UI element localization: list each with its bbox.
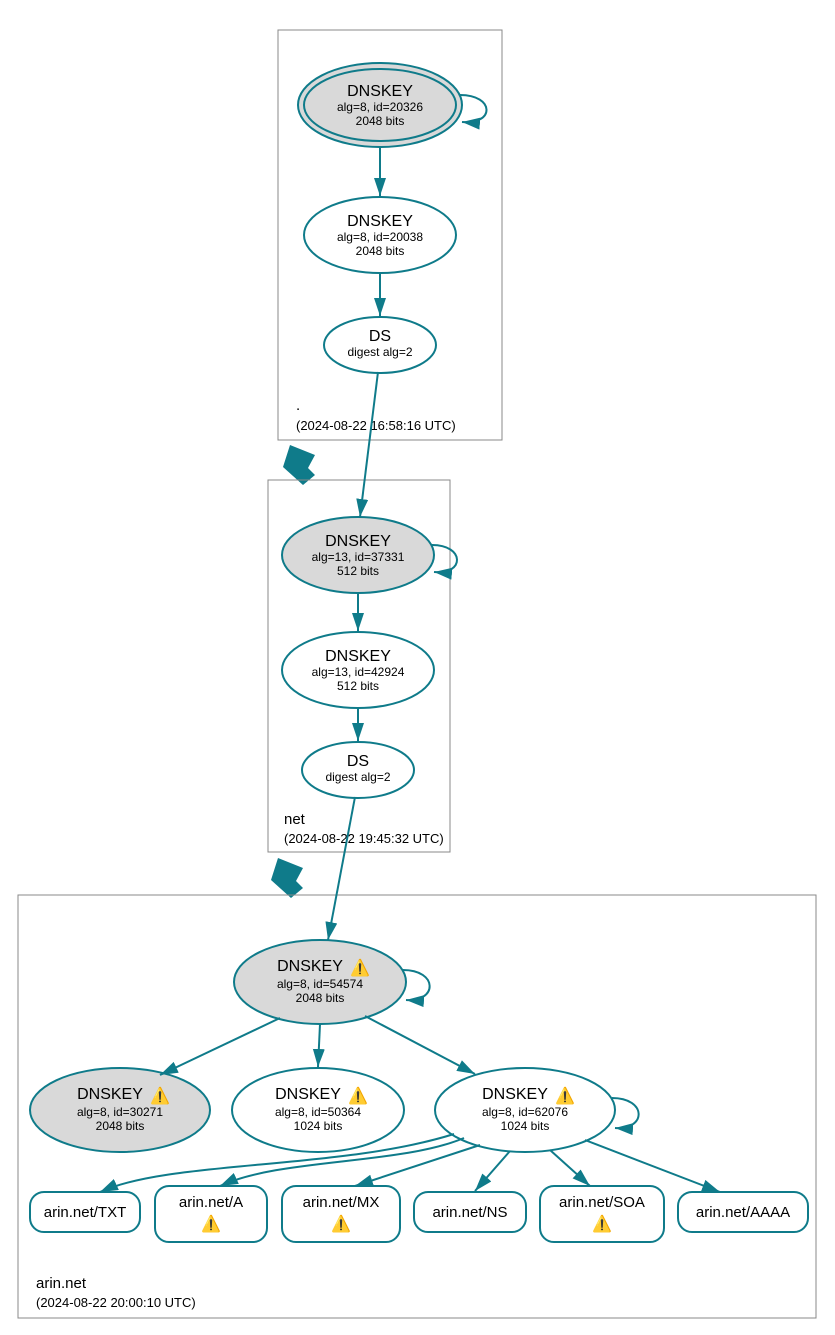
edge-arin-ksk-k4 — [365, 1016, 475, 1074]
svg-text:DNSKEY: DNSKEY — [325, 648, 391, 665]
zone-ts-net: (2024-08-22 19:45:32 UTC) — [284, 831, 444, 846]
warn-icon: ⚠️ — [555, 1086, 575, 1105]
svg-text:alg=8, id=30271: alg=8, id=30271 — [77, 1105, 163, 1119]
rrset-mx: arin.net/MX ⚠️ — [282, 1186, 400, 1242]
svg-text:DNSKEY: DNSKEY — [347, 213, 413, 230]
node-arin-k3: DNSKEY ⚠️ alg=8, id=50364 1024 bits — [232, 1068, 404, 1152]
svg-text:digest alg=2: digest alg=2 — [325, 770, 390, 784]
edge-root-ds-net-ksk — [360, 372, 378, 517]
svg-text:alg=8, id=20326: alg=8, id=20326 — [337, 100, 423, 114]
node-net-ksk: DNSKEY alg=13, id=37331 512 bits — [282, 517, 434, 593]
svg-text:alg=13, id=42924: alg=13, id=42924 — [312, 665, 405, 679]
zone-label-net: net — [284, 811, 306, 828]
svg-text:2048 bits: 2048 bits — [356, 114, 405, 128]
node-arin-ksk: DNSKEY ⚠️ alg=8, id=54574 2048 bits — [234, 940, 406, 1024]
svg-text:DNSKEY: DNSKEY — [275, 1086, 341, 1103]
svg-text:digest alg=2: digest alg=2 — [347, 345, 412, 359]
dnssec-graph: . (2024-08-22 16:58:16 UTC) DNSKEY alg=8… — [10, 10, 825, 1325]
edge-k4-ns — [475, 1151, 510, 1191]
svg-text:DS: DS — [347, 753, 369, 770]
rrset-soa: arin.net/SOA ⚠️ — [540, 1186, 664, 1242]
node-net-ds: DS digest alg=2 — [302, 742, 414, 798]
edge-k4-aaaa — [585, 1140, 720, 1192]
svg-text:arin.net/MX: arin.net/MX — [303, 1194, 380, 1211]
rrset-ns: arin.net/NS — [414, 1192, 526, 1232]
svg-text:arin.net/AAAA: arin.net/AAAA — [696, 1204, 790, 1221]
self-loop-net-ksk — [432, 545, 457, 572]
node-root-ds: DS digest alg=2 — [324, 317, 436, 373]
svg-text:DNSKEY: DNSKEY — [325, 533, 391, 550]
self-loop-root-ksk — [460, 95, 487, 122]
warn-icon: ⚠️ — [350, 958, 370, 977]
edge-arin-ksk-k2 — [160, 1018, 280, 1075]
svg-text:DNSKEY: DNSKEY — [482, 1086, 548, 1103]
svg-text:DS: DS — [369, 328, 391, 345]
svg-text:alg=8, id=54574: alg=8, id=54574 — [277, 977, 363, 991]
node-root-zsk: DNSKEY alg=8, id=20038 2048 bits — [304, 197, 456, 273]
svg-text:512 bits: 512 bits — [337, 564, 379, 578]
rrset-txt: arin.net/TXT — [30, 1192, 140, 1232]
svg-text:arin.net/A: arin.net/A — [179, 1194, 243, 1211]
rrset-aaaa: arin.net/AAAA — [678, 1192, 808, 1232]
svg-text:alg=13, id=37331: alg=13, id=37331 — [312, 550, 405, 564]
svg-text:alg=8, id=50364: alg=8, id=50364 — [275, 1105, 361, 1119]
svg-text:2048 bits: 2048 bits — [356, 244, 405, 258]
edge-net-ds-arin-ksk — [328, 797, 355, 940]
node-net-zsk: DNSKEY alg=13, id=42924 512 bits — [282, 632, 434, 708]
node-root-ksk: DNSKEY alg=8, id=20326 2048 bits — [298, 63, 462, 147]
svg-text:2048 bits: 2048 bits — [296, 991, 345, 1005]
svg-text:alg=8, id=20038: alg=8, id=20038 — [337, 230, 423, 244]
svg-text:1024 bits: 1024 bits — [294, 1119, 343, 1133]
svg-text:1024 bits: 1024 bits — [501, 1119, 550, 1133]
svg-text:512 bits: 512 bits — [337, 679, 379, 693]
svg-text:arin.net/NS: arin.net/NS — [432, 1204, 507, 1221]
self-loop-arin-k4 — [612, 1098, 639, 1128]
svg-text:DNSKEY: DNSKEY — [347, 83, 413, 100]
zone-label-arin: arin.net — [36, 1275, 87, 1292]
svg-text:DNSKEY: DNSKEY — [277, 958, 343, 975]
svg-text:2048 bits: 2048 bits — [96, 1119, 145, 1133]
warn-icon: ⚠️ — [592, 1214, 612, 1233]
delegation-arrow-net-arin — [271, 858, 303, 898]
node-arin-k2: DNSKEY ⚠️ alg=8, id=30271 2048 bits — [30, 1068, 210, 1152]
rrset-a: arin.net/A ⚠️ — [155, 1186, 267, 1242]
warn-icon: ⚠️ — [348, 1086, 368, 1105]
warn-icon: ⚠️ — [331, 1214, 351, 1233]
edge-k4-soa — [550, 1150, 590, 1186]
svg-text:arin.net/SOA: arin.net/SOA — [559, 1194, 645, 1211]
zone-ts-arin: (2024-08-22 20:00:10 UTC) — [36, 1295, 196, 1310]
warn-icon: ⚠️ — [150, 1086, 170, 1105]
svg-text:alg=8, id=62076: alg=8, id=62076 — [482, 1105, 568, 1119]
zone-label-root: . — [296, 397, 300, 414]
delegation-arrow-root-net — [283, 445, 315, 485]
svg-text:arin.net/TXT: arin.net/TXT — [44, 1204, 127, 1221]
svg-text:DNSKEY: DNSKEY — [77, 1086, 143, 1103]
zone-ts-root: (2024-08-22 16:58:16 UTC) — [296, 418, 456, 433]
self-loop-arin-ksk — [403, 970, 430, 1000]
edge-arin-ksk-k3 — [318, 1024, 320, 1067]
warn-icon: ⚠️ — [201, 1214, 221, 1233]
